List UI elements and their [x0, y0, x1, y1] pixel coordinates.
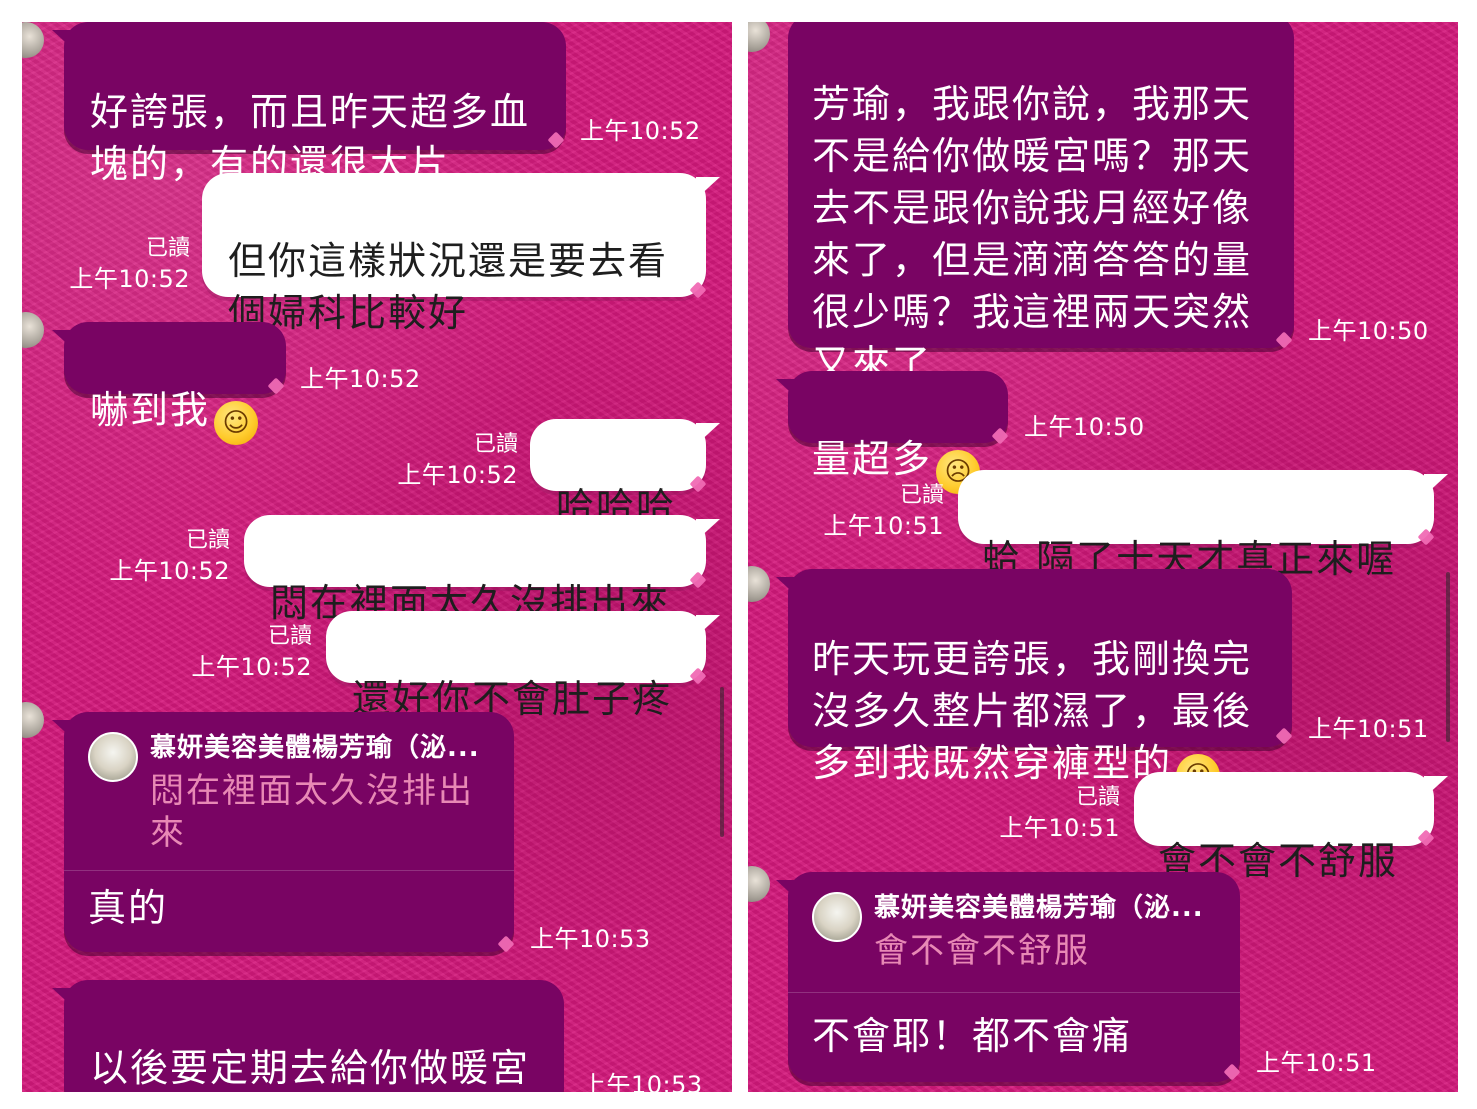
scrollbar[interactable]	[720, 687, 724, 837]
timestamp: 上午10:53	[582, 1071, 703, 1092]
read-receipt: 已讀	[185, 528, 230, 553]
timestamp: 上午10:52	[300, 365, 421, 393]
bubble-tail	[52, 720, 76, 742]
message-bubble[interactable]: 哈哈哈	[530, 419, 706, 529]
message-bubble[interactable]: 慕妍美容美體楊芳瑜（泌... 悶在裡面太久沒排出 來 真的	[64, 712, 514, 952]
bubble-tail	[696, 423, 720, 445]
contact-avatar[interactable]	[748, 22, 770, 52]
rolling-on-floor-laughing-icon: ☺	[214, 401, 259, 445]
chat-panel-left[interactable]: 好誇張，而且昨天超多血 塊的，有的還很大片 上午10:52 但你這樣狀況還是要去…	[22, 22, 732, 1092]
timestamp: 上午10:51	[823, 512, 944, 540]
contact-avatar[interactable]	[22, 22, 44, 58]
reply-divider	[788, 992, 1240, 993]
message-bubble[interactable]: 但你這樣狀況還是要去看 個婦科比較好	[202, 173, 706, 335]
bubble-tail	[52, 330, 76, 352]
message-text: 不會耶！都不會痛	[812, 1014, 1133, 1058]
reply-divider	[64, 870, 514, 871]
message-bubble[interactable]: 嚇到我 ☺	[64, 322, 286, 445]
timestamp: 上午10:52	[397, 461, 518, 489]
message-bubble[interactable]: 慕妍美容美體楊芳瑜（泌... 會不會不舒服 不會耶！都不會痛	[788, 872, 1240, 1082]
timestamp: 上午10:53	[530, 925, 651, 953]
timestamp: 上午10:52	[580, 117, 701, 145]
message-bubble[interactable]: 芳瑜，我跟你說，我那天 不是給你做暖宮嗎？那天 去不是跟你說我月經好像 來了，但…	[788, 22, 1294, 386]
message-text: 但你這樣狀況還是要去看 個婦科比較好	[228, 239, 669, 335]
scrollbar[interactable]	[1446, 572, 1450, 742]
bubble-tail	[776, 379, 800, 401]
message-bubble[interactable]: 量超多 ☹	[788, 371, 1008, 494]
quoted-sender-avatar	[812, 892, 862, 942]
timestamp: 上午10:52	[191, 653, 312, 681]
message-bubble[interactable]: 會不會不舒服	[1134, 772, 1434, 883]
quoted-reply[interactable]: 慕妍美容美體楊芳瑜（泌... 會不會不舒服	[812, 892, 1222, 988]
chat-panel-right[interactable]: 芳瑜，我跟你說，我那天 不是給你做暖宮嗎？那天 去不是跟你說我月經好像 來了，但…	[748, 22, 1458, 1092]
quoted-sender-name: 慕妍美容美體楊芳瑜（泌...	[150, 733, 480, 763]
read-receipt: 已讀	[899, 483, 944, 508]
message-bubble[interactable]: 蛤 隔了十天才真正來喔	[958, 470, 1434, 581]
contact-avatar[interactable]	[22, 702, 44, 738]
message-bubble[interactable]: 好誇張，而且昨天超多血 塊的，有的還很大片	[64, 22, 566, 186]
message-bubble[interactable]: 以後要定期去給你做暖宮☺	[64, 980, 564, 1092]
timestamp: 上午10:50	[1308, 317, 1429, 345]
message-text: 真的	[88, 886, 169, 930]
timestamp: 上午10:52	[109, 557, 230, 585]
message-text: 量超多	[812, 437, 933, 481]
read-receipt: 已讀	[267, 624, 312, 649]
timestamp: 上午10:50	[1024, 413, 1145, 441]
quoted-sender-name: 慕妍美容美體楊芳瑜（泌...	[874, 893, 1204, 923]
message-bubble[interactable]: 昨天玩更誇張，我剛換完 沒多久整片都濕了，最後 多到我既然穿褲型的☺	[788, 569, 1292, 798]
bubble-tail	[696, 177, 720, 199]
message-bubble[interactable]: 還好你不會肚子疼	[326, 611, 706, 721]
bubble-tail	[52, 988, 76, 1010]
message-text: 芳瑜，我跟你說，我那天 不是給你做暖宮嗎？那天 去不是跟你說我月經好像 來了，但…	[812, 82, 1253, 386]
quoted-text: 悶在裡面太久沒排出 來	[150, 771, 474, 853]
timestamp: 上午10:52	[69, 265, 190, 293]
bubble-tail	[696, 615, 720, 637]
read-receipt: 已讀	[473, 432, 518, 457]
quoted-text: 會不會不舒服	[874, 931, 1090, 971]
timestamp: 上午10:51	[1308, 715, 1429, 743]
read-receipt: 已讀	[1075, 785, 1120, 810]
message-bubble[interactable]: 悶在裡面太久沒排出來	[244, 515, 706, 625]
timestamp: 上午10:51	[999, 814, 1120, 842]
message-text: 以後要定期去給你做暖宮	[90, 1046, 531, 1090]
read-receipt: 已讀	[145, 236, 190, 261]
bubble-tail	[1424, 776, 1448, 798]
bubble-tail	[696, 519, 720, 541]
bubble-tail	[776, 577, 800, 599]
quoted-reply[interactable]: 慕妍美容美體楊芳瑜（泌... 悶在裡面太久沒排出 來	[88, 732, 496, 853]
timestamp: 上午10:51	[1256, 1049, 1377, 1077]
message-text: 嚇到我	[90, 388, 211, 432]
bubble-tail	[776, 880, 800, 902]
quoted-sender-avatar	[88, 732, 138, 782]
contact-avatar[interactable]	[748, 866, 770, 902]
message-text: 好誇張，而且昨天超多血 塊的，有的還很大片	[90, 90, 531, 186]
contact-avatar[interactable]	[748, 566, 770, 602]
bubble-tail	[52, 30, 76, 52]
contact-avatar[interactable]	[22, 312, 44, 348]
bubble-tail	[1424, 474, 1448, 496]
